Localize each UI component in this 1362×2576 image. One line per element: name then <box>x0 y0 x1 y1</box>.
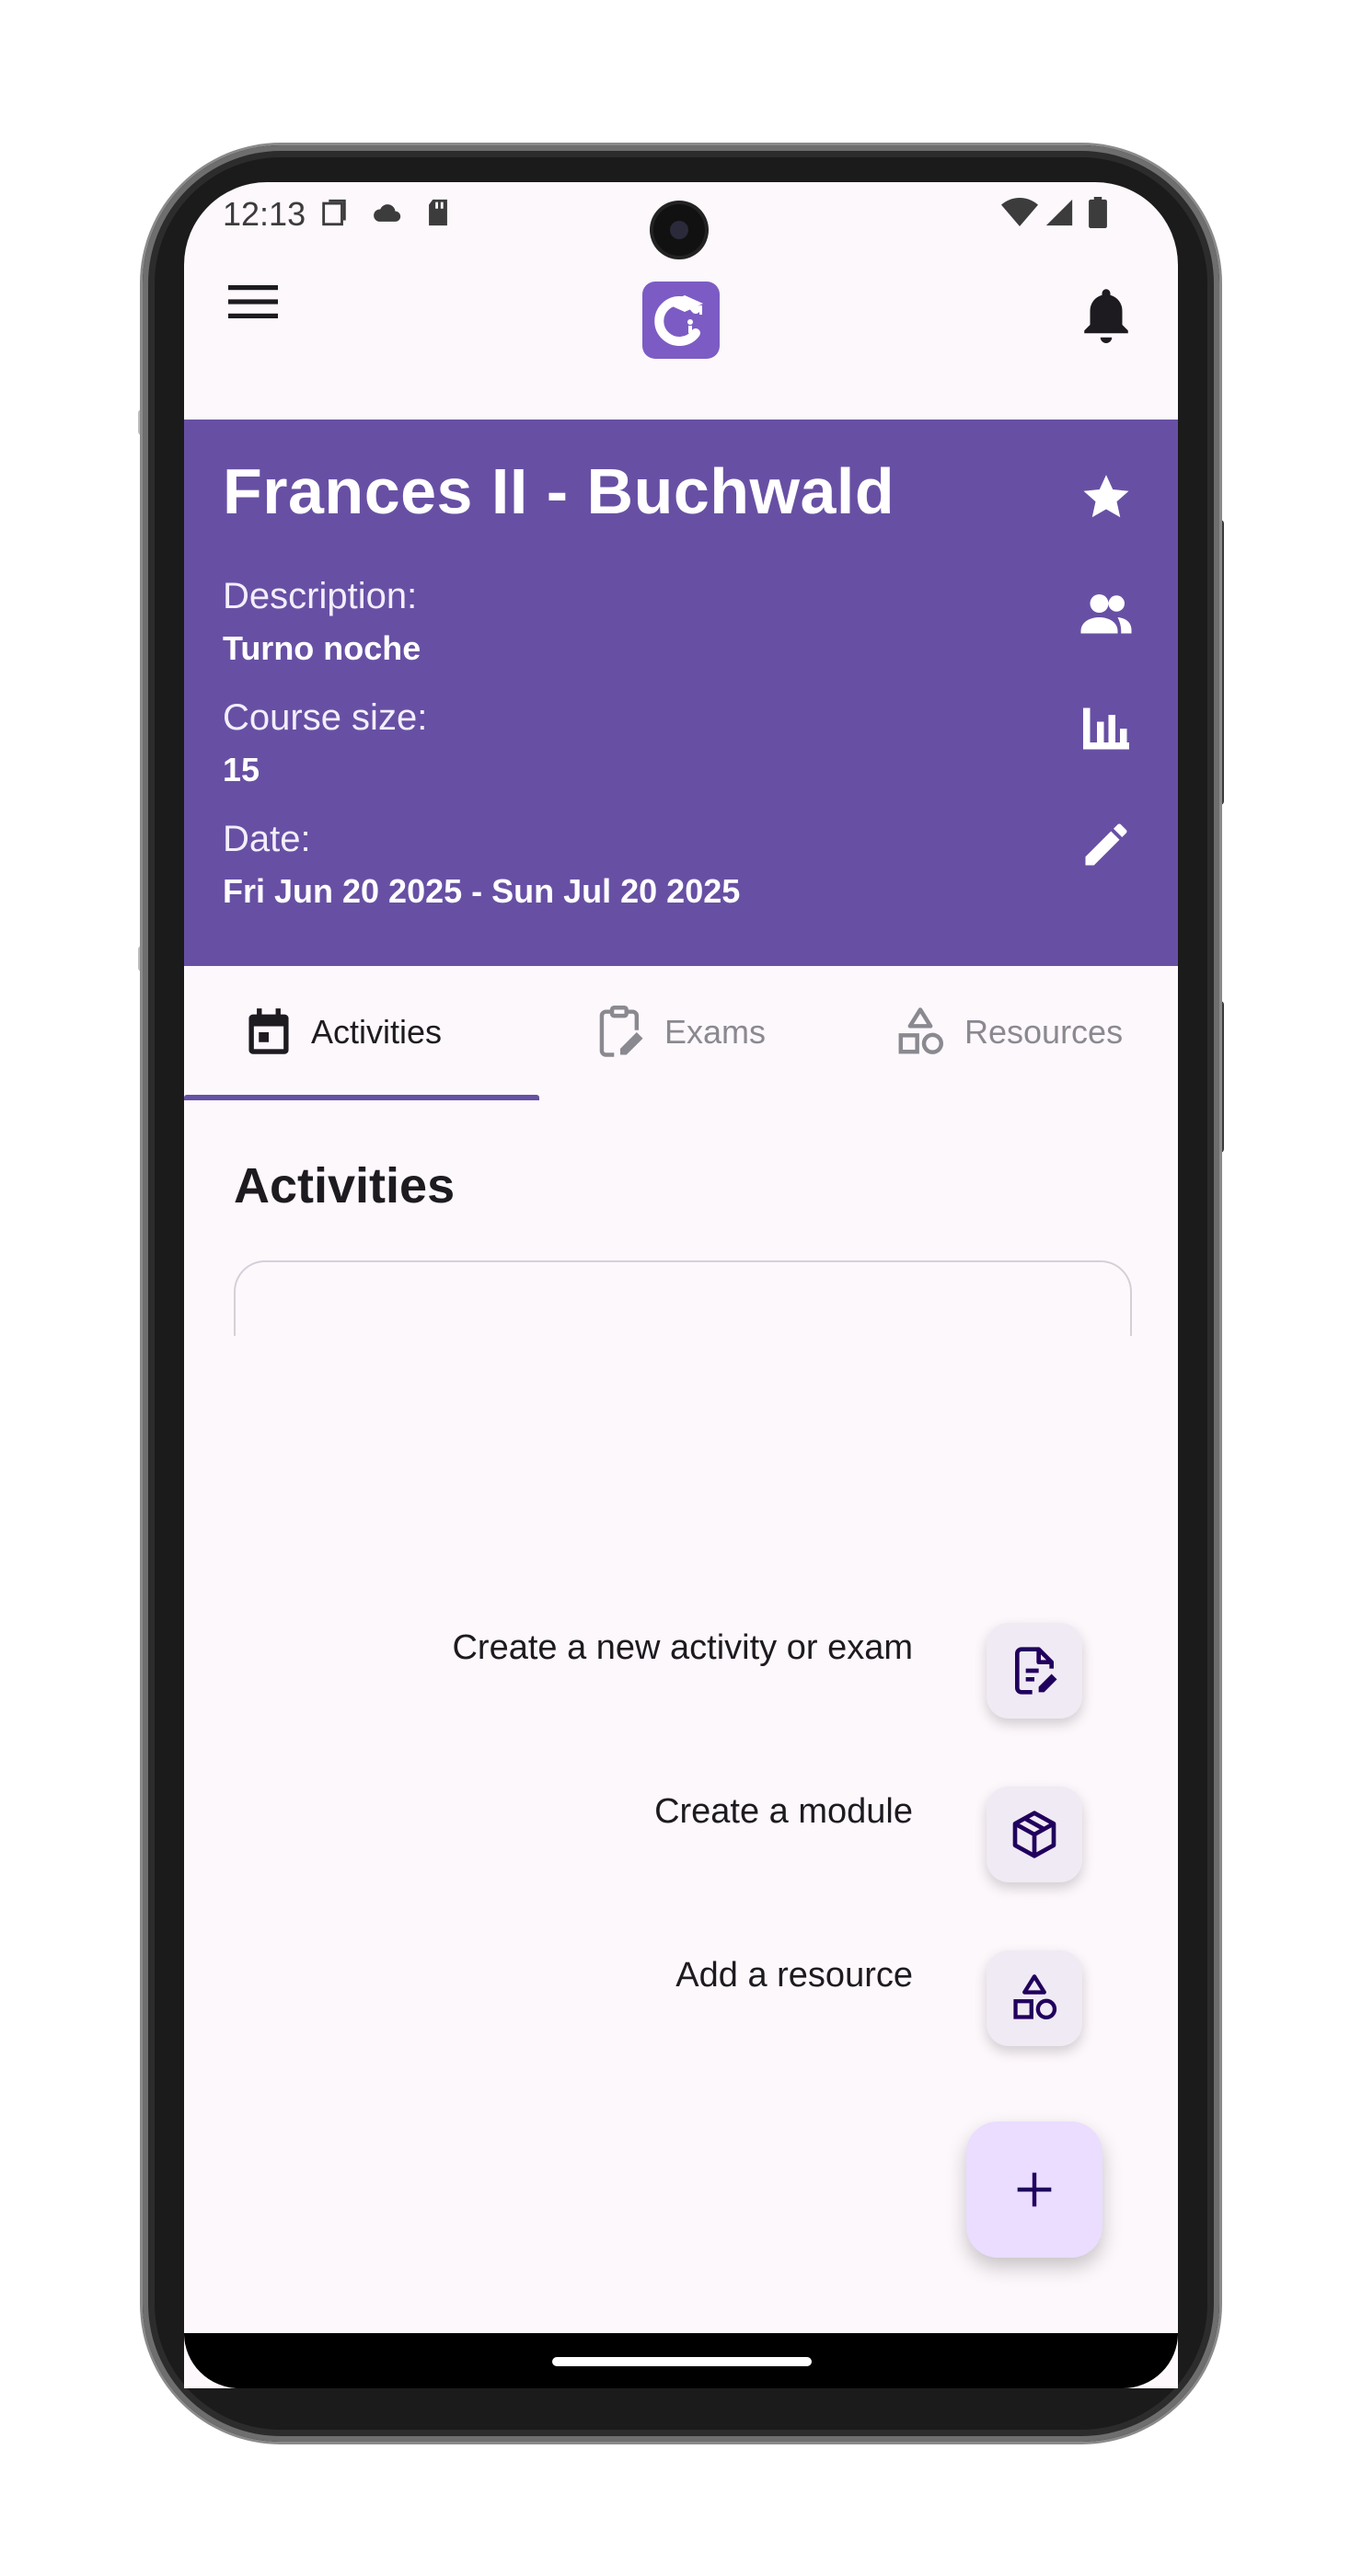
create-activity-button[interactable] <box>987 1623 1082 1719</box>
tab-label: Exams <box>664 1013 767 1051</box>
shapes-icon <box>898 1007 943 1054</box>
tab-resources[interactable]: Resources <box>895 966 1123 1098</box>
tab-label: Resources <box>964 1013 1124 1051</box>
description-value: Turno noche <box>223 629 421 667</box>
course-title: Frances II - Buchwald <box>223 455 895 527</box>
document-edit-icon <box>1015 1647 1057 1695</box>
edit-icon[interactable] <box>1079 817 1134 872</box>
tab-exams[interactable]: Exams <box>594 966 766 1098</box>
section-title: Activities <box>234 1158 456 1213</box>
tab-activities[interactable]: Activities <box>245 966 442 1098</box>
add-resource-button[interactable] <box>987 1950 1082 2046</box>
wifi-icon <box>1001 198 1038 226</box>
fab-button[interactable] <box>966 2122 1102 2258</box>
cube-icon <box>1012 1811 1056 1858</box>
shapes-icon <box>1013 1974 1057 2020</box>
graduation-cap-icon <box>654 295 703 346</box>
active-tab-indicator <box>184 1095 539 1100</box>
speed-dial-label[interactable]: Create a module <box>269 1792 913 1832</box>
bell-icon[interactable] <box>1079 285 1134 346</box>
date-value: Fri Jun 20 2025 - Sun Jul 20 2025 <box>223 872 741 910</box>
battery-icon <box>1089 197 1107 228</box>
app-screen: 12:13 Frances II - Buchwald Description:… <box>184 182 1178 2388</box>
status-time: 12:13 <box>223 195 306 233</box>
course-size-label: Course size: <box>223 697 428 738</box>
home-indicator[interactable] <box>552 2357 812 2366</box>
speed-dial-label[interactable]: Add a resource <box>269 1956 913 1995</box>
course-size-value: 15 <box>223 751 260 788</box>
activities-card <box>234 1260 1132 1336</box>
menu-icon[interactable] <box>228 283 278 320</box>
course-header: Frances II - Buchwald Description: Turno… <box>184 420 1178 966</box>
front-camera <box>653 204 705 256</box>
plus-icon <box>1017 2172 1052 2207</box>
tab-label: Activities <box>311 1013 443 1051</box>
screen-icon <box>322 199 346 226</box>
create-module-button[interactable] <box>987 1787 1082 1882</box>
bar-chart-icon[interactable] <box>1079 701 1134 756</box>
app-logo <box>642 282 720 359</box>
calendar-icon <box>248 1008 289 1054</box>
star-icon[interactable] <box>1079 469 1134 524</box>
clipboard-edit-icon <box>599 1006 643 1057</box>
speed-dial-label[interactable]: Create a new activity or exam <box>269 1628 913 1668</box>
signal-icon <box>1045 199 1073 226</box>
tab-bar: Activities Exams Resources <box>184 966 1178 1100</box>
description-label: Description: <box>223 576 418 616</box>
sd-card-icon <box>429 199 447 226</box>
date-label: Date: <box>223 819 311 859</box>
people-icon[interactable] <box>1079 585 1134 640</box>
cloud-icon <box>374 204 401 222</box>
